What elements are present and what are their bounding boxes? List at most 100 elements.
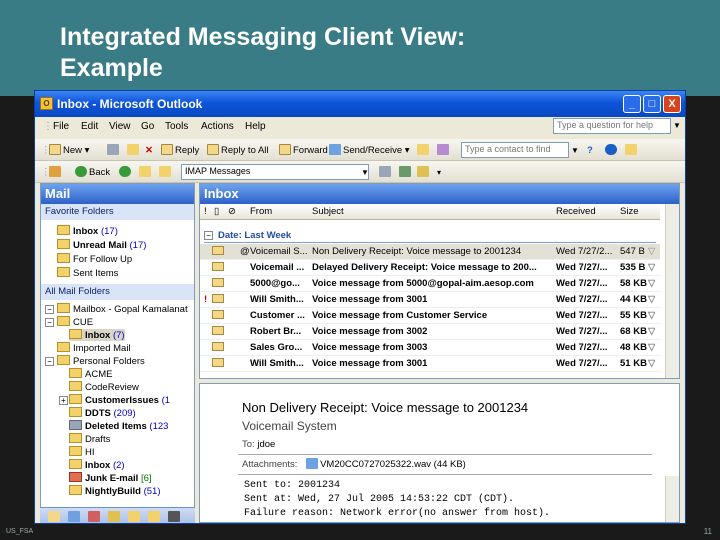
folder-ddts[interactable]: DDTS (209) xyxy=(69,407,136,419)
attachment-link[interactable]: VM20CC0727025322.wav (44 KB) xyxy=(320,459,466,470)
view-selector[interactable]: IMAP Messages xyxy=(181,164,369,180)
forward-button[interactable]: Forward xyxy=(279,143,328,158)
help-button[interactable]: ? xyxy=(587,143,593,158)
back-button[interactable]: Back xyxy=(75,165,110,180)
flag-icon[interactable]: ▽ xyxy=(648,326,655,337)
tasks-nav-icon[interactable] xyxy=(108,511,120,522)
close-button[interactable]: X xyxy=(663,95,681,113)
print-preview-button[interactable] xyxy=(379,165,393,180)
fav-sent-items[interactable]: Sent Items xyxy=(57,267,118,279)
flag-icon[interactable]: ▽ xyxy=(648,278,655,289)
view-selector-dropdown-icon[interactable]: ▼ xyxy=(361,165,369,180)
mail-nav-icon[interactable] xyxy=(48,511,60,522)
tree-expand-icon[interactable]: + xyxy=(59,396,68,405)
undo-button[interactable] xyxy=(399,165,413,180)
menu-file[interactable]: File xyxy=(53,121,69,132)
folder-inbox-personal[interactable]: Inbox (2) xyxy=(69,459,125,471)
flag-icon[interactable]: ▽ xyxy=(648,294,655,305)
message-row[interactable]: @ Voicemail S... Non Delivery Receipt: V… xyxy=(200,244,660,260)
title-bar[interactable]: O Inbox - Microsoft Outlook _ □ X xyxy=(35,91,685,117)
folder-personal-folders[interactable]: Personal Folders xyxy=(57,355,145,367)
help-search-input[interactable]: Type a question for help xyxy=(553,118,671,134)
received-column-header[interactable]: Received xyxy=(556,206,596,217)
send-receive-icon xyxy=(329,144,341,155)
fav-inbox[interactable]: Inbox (17) xyxy=(57,225,118,237)
print-button[interactable] xyxy=(107,143,121,158)
subject-column-header[interactable]: Subject xyxy=(312,206,344,217)
search-folder-icon xyxy=(57,239,70,249)
forward-nav-button[interactable] xyxy=(119,165,133,180)
menu-go[interactable]: Go xyxy=(141,121,154,132)
calendar-nav-icon[interactable] xyxy=(68,511,80,522)
menu-view[interactable]: View xyxy=(109,121,131,132)
rules-button[interactable] xyxy=(417,165,431,180)
folder-acme[interactable]: ACME xyxy=(69,368,112,380)
maximize-button[interactable]: □ xyxy=(643,95,661,113)
find-contact-input[interactable]: Type a contact to find xyxy=(461,142,569,158)
reading-pane-scrollbar[interactable] xyxy=(665,476,679,522)
assistant-button[interactable] xyxy=(625,143,639,158)
menu-tools[interactable]: Tools xyxy=(165,121,188,132)
delete-button[interactable]: ✕ xyxy=(145,143,153,158)
message-row[interactable]: Voicemail ... Delayed Delivery Receipt: … xyxy=(200,260,660,276)
flag-icon[interactable]: ▽ xyxy=(648,342,655,353)
contacts-nav-icon[interactable] xyxy=(88,511,100,522)
tree-collapse-icon[interactable]: − xyxy=(45,357,54,366)
help-dropdown-icon[interactable]: ▼ xyxy=(673,121,681,130)
folder-mailbox[interactable]: Mailbox - Gopal Kamalanat xyxy=(57,303,188,315)
message-row[interactable]: Sales Gro... Voice message from 3003 Wed… xyxy=(200,340,660,356)
folder-codereview[interactable]: CodeReview xyxy=(69,381,139,393)
menu-help[interactable]: Help xyxy=(245,121,266,132)
flag-icon[interactable]: ▽ xyxy=(648,246,655,257)
up-folder-button[interactable] xyxy=(139,165,153,180)
toolbar-options-icon[interactable]: ▾ xyxy=(437,165,441,180)
flag-icon[interactable]: ▽ xyxy=(648,262,655,273)
size-column-header[interactable]: Size xyxy=(620,206,638,217)
folder-drafts[interactable]: Drafts xyxy=(69,433,110,445)
message-row[interactable]: ! Will Smith... Voice message from 3001 … xyxy=(200,292,660,308)
type-column-icon[interactable]: ▯ xyxy=(214,206,219,217)
new-button[interactable]: New ▾ xyxy=(49,143,89,158)
help-icon-button[interactable] xyxy=(605,143,619,158)
flag-icon[interactable]: ▽ xyxy=(648,358,655,369)
message-row[interactable]: Robert Br... Voice message from 3002 Wed… xyxy=(200,324,660,340)
folder-deleted-items[interactable]: Deleted Items (123 xyxy=(69,420,168,432)
folder-hi[interactable]: HI xyxy=(69,446,95,458)
message-list-scrollbar[interactable] xyxy=(665,204,679,378)
fav-follow-up[interactable]: For Follow Up xyxy=(57,253,132,265)
message-row[interactable]: Will Smith... Voice message from 3001 We… xyxy=(200,356,660,372)
reply-button[interactable]: Reply xyxy=(161,143,199,158)
folder-list-button[interactable] xyxy=(159,165,173,180)
move-folder-button[interactable] xyxy=(127,143,141,158)
tree-collapse-icon[interactable]: − xyxy=(45,305,54,314)
folder-customerissues[interactable]: CustomerIssues (1 xyxy=(69,394,170,406)
minimize-button[interactable]: _ xyxy=(623,95,641,113)
find-contact-dropdown-icon[interactable]: ▼ xyxy=(571,143,579,158)
high-importance-icon: ! xyxy=(204,294,208,305)
importance-column-icon[interactable]: ! xyxy=(204,206,207,217)
folder-cue[interactable]: CUE xyxy=(57,316,93,328)
folder-icon xyxy=(57,355,70,365)
find-button[interactable] xyxy=(417,143,431,158)
flag-icon[interactable]: ▽ xyxy=(648,310,655,321)
address-book-button[interactable] xyxy=(437,143,451,158)
menu-actions[interactable]: Actions xyxy=(201,121,234,132)
outlook-today-button[interactable] xyxy=(49,165,63,180)
tree-collapse-icon[interactable]: − xyxy=(45,318,54,327)
send-receive-button[interactable]: Send/Receive ▾ xyxy=(329,143,410,158)
folder-cue-inbox[interactable]: Inbox (7) xyxy=(69,329,125,341)
group-collapse-icon[interactable]: − xyxy=(204,231,213,240)
reply-all-button[interactable]: Reply to All xyxy=(207,143,269,158)
folder-nightlybuild[interactable]: NightlyBuild (51) xyxy=(69,485,161,497)
fav-unread-mail[interactable]: Unread Mail (17) xyxy=(57,239,146,251)
message-row[interactable]: Customer ... Voice message from Customer… xyxy=(200,308,660,324)
folder-imported-mail[interactable]: Imported Mail xyxy=(57,342,131,354)
attachment-column-icon[interactable]: ⊘ xyxy=(228,206,236,217)
shortcuts-nav-icon[interactable] xyxy=(168,511,180,522)
notes-nav-icon[interactable] xyxy=(128,511,140,522)
from-column-header[interactable]: From xyxy=(250,206,272,217)
menu-edit[interactable]: Edit xyxy=(81,121,98,132)
folder-junk-email[interactable]: Junk E-mail [6] xyxy=(69,472,152,484)
message-row[interactable]: 5000@go... Voice message from 5000@gopal… xyxy=(200,276,660,292)
folder-list-nav-icon[interactable] xyxy=(148,511,160,522)
